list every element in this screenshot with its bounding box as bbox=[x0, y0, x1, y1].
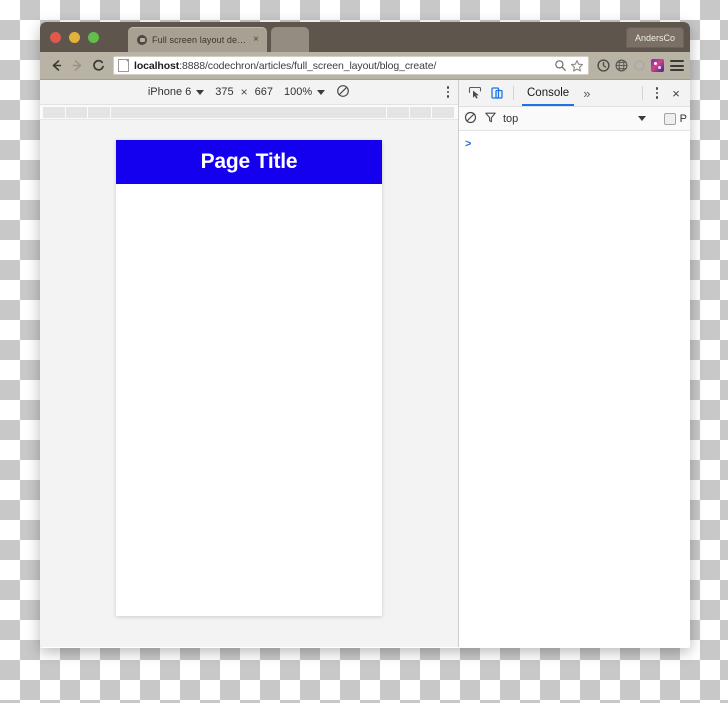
device-height-input[interactable]: 667 bbox=[255, 86, 273, 98]
browser-toolbar: localhost:8888/codechron/articles/full_s… bbox=[40, 52, 690, 80]
tab-label: Console bbox=[527, 87, 570, 99]
url-host: localhost bbox=[134, 59, 180, 72]
extension-avatar-icon[interactable] bbox=[649, 57, 666, 74]
address-bar[interactable]: localhost:8888/codechron/articles/full_s… bbox=[113, 56, 589, 75]
device-width-input[interactable]: 375 bbox=[215, 86, 233, 98]
dimension-separator: × bbox=[240, 85, 248, 99]
ruler-tick bbox=[409, 107, 433, 118]
devtools-menu-button[interactable] bbox=[650, 87, 665, 99]
more-tabs-button[interactable]: » bbox=[577, 86, 596, 101]
chevron-down-icon bbox=[317, 89, 326, 95]
extension-globe-icon[interactable] bbox=[613, 57, 630, 74]
browser-tab-inactive[interactable] bbox=[271, 27, 309, 52]
console-prompt-row[interactable]: > bbox=[459, 136, 690, 152]
tab-title: Full screen layout demo bbox=[152, 34, 248, 45]
chevron-down-icon[interactable] bbox=[638, 116, 646, 121]
back-button[interactable] bbox=[46, 55, 67, 76]
ruler-tick bbox=[65, 107, 89, 118]
console-context-selector[interactable]: top bbox=[503, 113, 518, 125]
throttling-icon[interactable] bbox=[336, 84, 350, 101]
filter-icon[interactable] bbox=[484, 111, 497, 127]
close-window-button[interactable] bbox=[50, 32, 61, 43]
console-output-area[interactable]: > bbox=[459, 131, 690, 647]
zoom-value: 100% bbox=[284, 86, 313, 98]
forward-button[interactable] bbox=[67, 55, 88, 76]
device-emulation-pane: iPhone 6 375 × 667 100% Page Title bbox=[40, 80, 459, 647]
ruler-tick bbox=[432, 107, 455, 118]
page-content-body bbox=[116, 184, 382, 616]
tab-strip: Full screen layout demo × bbox=[128, 27, 309, 52]
url-path: :8888/codechron/articles/full_screen_lay… bbox=[179, 59, 437, 72]
inspect-element-icon[interactable] bbox=[464, 82, 486, 104]
extension-circle-icon[interactable] bbox=[631, 57, 648, 74]
prompt-caret-icon: > bbox=[465, 138, 472, 150]
menu-icon[interactable] bbox=[670, 58, 684, 74]
devtools-pane: Console » × top P > bbox=[459, 80, 690, 647]
url-text: localhost:8888/codechron/articles/full_s… bbox=[134, 60, 551, 72]
ruler-tick bbox=[110, 107, 388, 118]
zoom-selector[interactable]: 100% bbox=[284, 86, 326, 98]
preserve-log-label: P bbox=[679, 112, 687, 125]
device-toolbar: iPhone 6 375 × 667 100% bbox=[40, 80, 458, 105]
page-header-banner: Page Title bbox=[116, 140, 382, 184]
minimize-window-button[interactable] bbox=[69, 32, 80, 43]
device-menu-button[interactable] bbox=[446, 86, 449, 98]
devtools-tab-bar: Console » × bbox=[459, 80, 690, 107]
ruler-tick bbox=[387, 107, 410, 118]
window-controls bbox=[50, 32, 99, 43]
bookmark-star-icon[interactable] bbox=[570, 59, 584, 73]
divider bbox=[641, 86, 643, 100]
ruler-tick bbox=[43, 107, 66, 118]
page-info-icon[interactable] bbox=[118, 59, 129, 72]
browser-window: Full screen layout demo × AndersCo local… bbox=[40, 22, 690, 648]
browser-tab-active[interactable]: Full screen layout demo × bbox=[128, 27, 267, 52]
profile-chip[interactable]: AndersCo bbox=[625, 27, 684, 48]
device-selector[interactable]: iPhone 6 bbox=[147, 86, 205, 98]
avatar bbox=[651, 59, 664, 72]
ruler-tick bbox=[88, 107, 111, 118]
window-body: iPhone 6 375 × 667 100% Page Title Conso… bbox=[40, 80, 690, 647]
device-name: iPhone 6 bbox=[147, 86, 192, 98]
console-filter-bar: top P bbox=[459, 107, 690, 131]
page-title: Page Title bbox=[200, 150, 298, 173]
emulated-page-viewport[interactable]: Page Title bbox=[116, 140, 382, 616]
device-dimensions: 375 × 667 bbox=[215, 85, 273, 99]
title-bar: Full screen layout demo × AndersCo bbox=[40, 22, 690, 52]
device-ruler bbox=[40, 105, 458, 120]
clear-console-icon[interactable] bbox=[464, 111, 477, 127]
zoom-window-button[interactable] bbox=[88, 32, 99, 43]
tab-console[interactable]: Console bbox=[519, 81, 577, 106]
device-viewport-area: Page Title bbox=[40, 120, 458, 647]
divider bbox=[513, 86, 514, 100]
reload-button[interactable] bbox=[88, 55, 109, 76]
close-devtools-button[interactable]: × bbox=[666, 86, 686, 101]
preserve-log-option[interactable]: P bbox=[663, 112, 687, 125]
favicon-icon bbox=[137, 34, 147, 45]
chevron-down-icon bbox=[196, 89, 205, 95]
extension-clock-icon[interactable] bbox=[595, 57, 612, 74]
toggle-device-toolbar-icon[interactable] bbox=[486, 82, 508, 104]
search-icon[interactable] bbox=[554, 59, 567, 72]
profile-label: AndersCo bbox=[634, 32, 675, 43]
close-icon[interactable]: × bbox=[253, 34, 259, 45]
preserve-log-checkbox[interactable] bbox=[663, 112, 676, 125]
